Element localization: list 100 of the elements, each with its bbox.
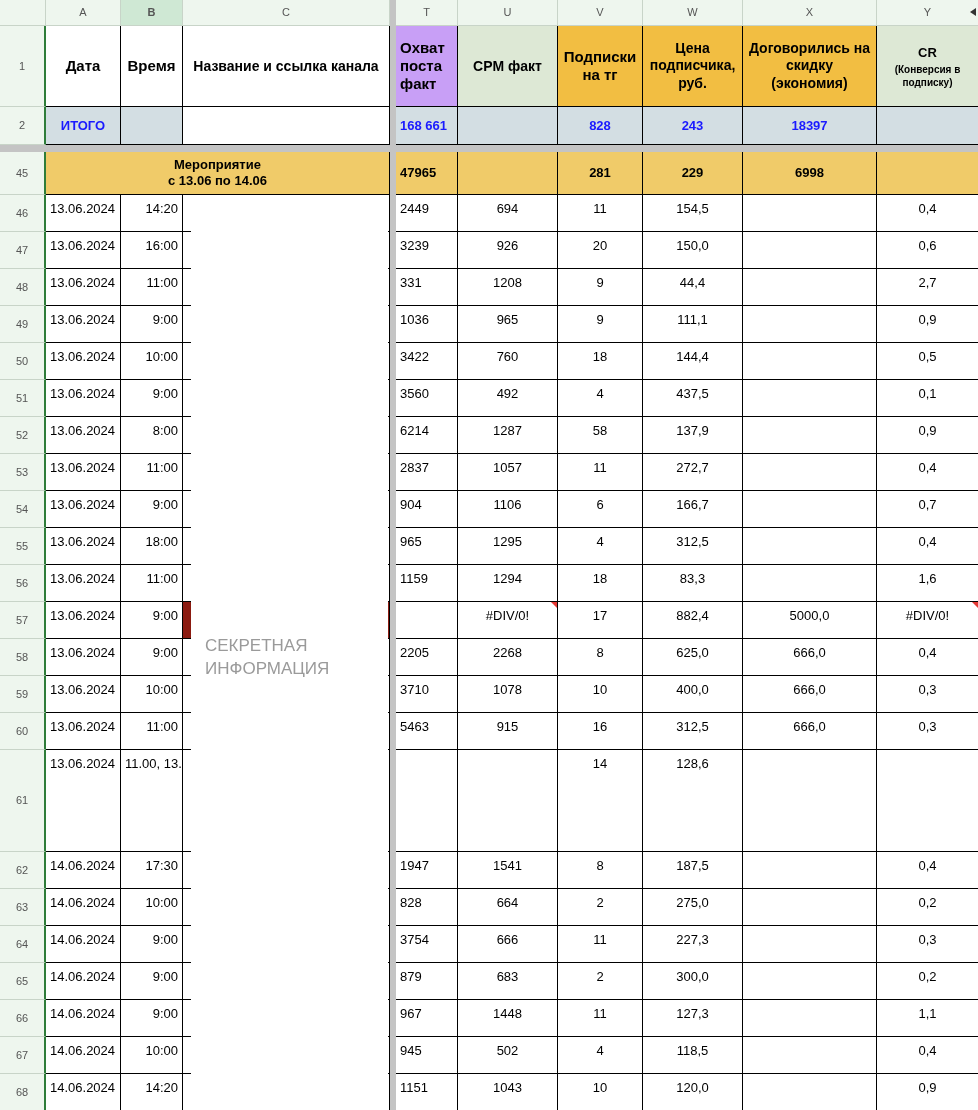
table-cell: ИТОГО [46, 107, 121, 145]
table-cell: 11 [558, 1000, 643, 1037]
table-cell: 13.06.2024 [46, 676, 121, 713]
table-cell [396, 602, 458, 639]
table-cell: 0,2 [877, 963, 978, 1000]
redaction-label: СЕКРЕТНАЯ ИНФОРМАЦИЯ [205, 635, 331, 680]
table-cell: 0,3 [877, 926, 978, 963]
column-title: Подписки на тг [558, 26, 643, 107]
row-number[interactable]: 58 [0, 639, 46, 676]
row-number[interactable]: 61 [0, 750, 46, 852]
row-number[interactable]: 59 [0, 676, 46, 713]
table-cell: 3560 [396, 380, 458, 417]
row-number[interactable]: 2 [0, 107, 46, 145]
table-cell: 13.06.2024 [46, 565, 121, 602]
table-cell: 127,3 [643, 1000, 743, 1037]
table-cell: 83,3 [643, 565, 743, 602]
column-header[interactable]: Y [877, 0, 978, 26]
table-cell: 666,0 [743, 713, 877, 750]
table-cell: 0,9 [877, 1074, 978, 1110]
row-number[interactable]: 51 [0, 380, 46, 417]
row-number[interactable]: 56 [0, 565, 46, 602]
table-cell: 502 [458, 1037, 558, 1074]
table-cell: 2 [558, 963, 643, 1000]
column-header[interactable]: B [121, 0, 183, 26]
table-cell: 120,0 [643, 1074, 743, 1110]
column-title: Цена подписчика, руб. [643, 26, 743, 107]
table-cell: 4 [558, 528, 643, 565]
table-cell: 1106 [458, 491, 558, 528]
table-cell: 1036 [396, 306, 458, 343]
row-number[interactable]: 55 [0, 528, 46, 565]
table-cell [121, 107, 183, 145]
table-cell: 13.06.2024 [46, 195, 121, 232]
table-cell: 243 [643, 107, 743, 145]
table-cell: 13.06.2024 [46, 639, 121, 676]
table-cell: 664 [458, 889, 558, 926]
column-header[interactable]: C [183, 0, 390, 26]
table-cell: 5000,0 [743, 602, 877, 639]
row-number[interactable]: 53 [0, 454, 46, 491]
row-number[interactable]: 66 [0, 1000, 46, 1037]
row-number[interactable]: 50 [0, 343, 46, 380]
table-cell: 13.06.2024 [46, 491, 121, 528]
column-header[interactable]: W [643, 0, 743, 26]
table-cell: 3422 [396, 343, 458, 380]
table-cell: 10 [558, 676, 643, 713]
table-cell: 965 [458, 306, 558, 343]
table-cell: 1295 [458, 528, 558, 565]
table-cell: 16 [558, 713, 643, 750]
row-number[interactable]: 48 [0, 269, 46, 306]
table-cell: 18 [558, 343, 643, 380]
table-cell: 2,7 [877, 269, 978, 306]
table-cell: 2 [558, 889, 643, 926]
row-number[interactable]: 46 [0, 195, 46, 232]
row-number[interactable]: 57 [0, 602, 46, 639]
row-number[interactable]: 60 [0, 713, 46, 750]
row-number[interactable]: 47 [0, 232, 46, 269]
column-header[interactable]: A [46, 0, 121, 26]
table-cell: 904 [396, 491, 458, 528]
row-number[interactable]: 52 [0, 417, 46, 454]
table-cell: 128,6 [643, 750, 743, 852]
table-cell: 5463 [396, 713, 458, 750]
column-title: CR [918, 44, 937, 63]
table-cell: 9 [558, 269, 643, 306]
table-cell: 14.06.2024 [46, 1000, 121, 1037]
table-cell: 58 [558, 417, 643, 454]
select-all-corner[interactable] [0, 0, 46, 26]
table-cell: 694 [458, 195, 558, 232]
table-cell: 2268 [458, 639, 558, 676]
table-cell: 13.06.2024 [46, 343, 121, 380]
table-cell: 6998 [743, 152, 877, 195]
row-number[interactable]: 45 [0, 152, 46, 195]
collapse-caret-icon[interactable] [970, 8, 976, 16]
table-cell: 13.06.2024 [46, 232, 121, 269]
table-cell: 168 661 [396, 107, 458, 145]
table-cell: 300,0 [643, 963, 743, 1000]
row-number[interactable]: 65 [0, 963, 46, 1000]
table-cell: 683 [458, 963, 558, 1000]
column-header[interactable]: X [743, 0, 877, 26]
row-number[interactable]: 63 [0, 889, 46, 926]
column-header[interactable]: V [558, 0, 643, 26]
table-cell: 17 [558, 602, 643, 639]
table-cell: 281 [558, 152, 643, 195]
table-cell: 0,1 [877, 380, 978, 417]
row-number[interactable]: 68 [0, 1074, 46, 1110]
table-cell: 828 [396, 889, 458, 926]
row-number[interactable]: 1 [0, 26, 46, 107]
table-cell: 882,4 [643, 602, 743, 639]
table-cell: 229 [643, 152, 743, 195]
row-number[interactable]: 64 [0, 926, 46, 963]
row-number[interactable]: 54 [0, 491, 46, 528]
table-cell: 1,1 [877, 1000, 978, 1037]
table-cell: 945 [396, 1037, 458, 1074]
table-cell: 14.06.2024 [46, 852, 121, 889]
row-number[interactable]: 49 [0, 306, 46, 343]
table-cell: 18397 [743, 107, 877, 145]
row-number[interactable]: 67 [0, 1037, 46, 1074]
column-header[interactable]: U [458, 0, 558, 26]
table-cell: 1947 [396, 852, 458, 889]
row-number[interactable]: 62 [0, 852, 46, 889]
table-cell: 13.06.2024 [46, 713, 121, 750]
column-header[interactable]: T [396, 0, 458, 26]
